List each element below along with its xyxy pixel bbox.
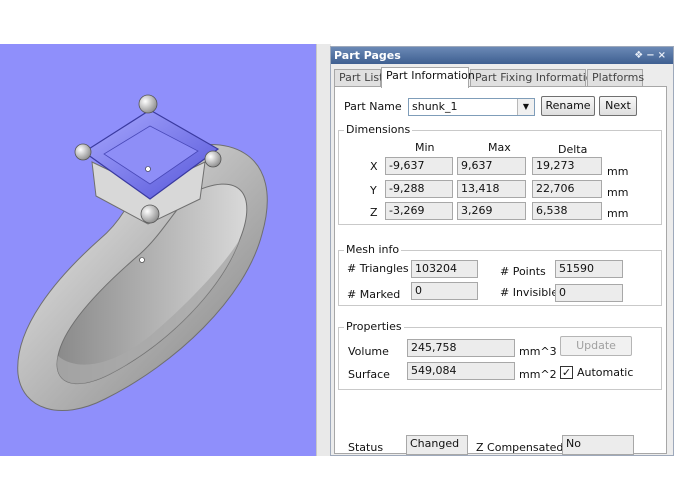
mesh-info-group: Mesh info # Triangles 103204 # Points 51…: [338, 243, 662, 306]
tab-part-fixing-information[interactable]: Part Fixing Information: [470, 69, 600, 86]
tab-part-information[interactable]: Part Information: [381, 67, 475, 88]
prong: [138, 94, 158, 114]
pivot-marker: [139, 257, 145, 263]
automatic-checkbox[interactable]: ✓: [560, 366, 573, 379]
prong: [140, 204, 160, 224]
part-name-label: Part Name: [344, 100, 402, 113]
part-pages-panel: Part Pages ❖−× Part List Part Informatio…: [330, 46, 674, 456]
prong: [204, 150, 222, 168]
header-delta: Delta: [558, 143, 588, 156]
x-delta-field: 19,273: [532, 157, 602, 175]
y-delta-field: 22,706: [532, 180, 602, 198]
part-name-value: shunk_1: [412, 100, 458, 113]
panel-window-buttons[interactable]: ❖−×: [634, 47, 669, 64]
z-compensated-label: Z Compensated: [476, 441, 564, 454]
status-label: Status: [348, 441, 384, 454]
points-label: # Points: [500, 265, 546, 278]
properties-title: Properties: [344, 320, 404, 333]
volume-unit: mm^3: [519, 345, 557, 358]
automatic-label: Automatic: [577, 366, 634, 379]
surface-label: Surface: [348, 368, 390, 381]
y-unit-label: mm: [607, 186, 629, 199]
header-max: Max: [488, 141, 511, 154]
z-compensated-field: No: [562, 435, 634, 455]
part-name-combo[interactable]: shunk_1 ▼: [408, 98, 535, 116]
axis-x-label: X: [370, 160, 378, 173]
tab-part-list[interactable]: Part List: [334, 69, 383, 86]
triangles-label: # Triangles: [347, 262, 409, 275]
3d-viewport[interactable]: [0, 44, 316, 456]
rename-button[interactable]: Rename: [541, 96, 595, 116]
header-min: Min: [415, 141, 435, 154]
x-min-field: -9,637: [385, 157, 453, 175]
update-button[interactable]: Update: [560, 336, 632, 356]
surface-field: 549,084: [407, 362, 515, 380]
triangles-field: 103204: [411, 260, 478, 278]
next-button[interactable]: Next: [599, 96, 637, 116]
axis-z-label: Z: [370, 206, 378, 219]
splitter[interactable]: [316, 44, 331, 456]
marked-field: 0: [411, 282, 478, 300]
invisible-field: 0: [555, 284, 623, 302]
marked-label: # Marked: [347, 288, 401, 301]
status-field: Changed: [406, 435, 468, 455]
x-max-field: 9,637: [457, 157, 526, 175]
mesh-info-title: Mesh info: [344, 243, 402, 256]
x-unit-label: mm: [607, 165, 629, 178]
z-unit-label: mm: [607, 207, 629, 220]
z-delta-field: 6,538: [532, 202, 602, 220]
z-min-field: -3,269: [385, 202, 453, 220]
invisible-label: # Invisible: [500, 286, 559, 299]
z-max-field: 3,269: [457, 202, 526, 220]
prong: [74, 143, 92, 161]
dimensions-title: Dimensions: [344, 123, 413, 136]
ring-model[interactable]: [0, 44, 316, 456]
tab-platforms[interactable]: Platforms: [587, 69, 644, 86]
dimensions-group: Dimensions Min Max Delta X -9,637 9,637 …: [338, 123, 662, 225]
points-field: 51590: [555, 260, 623, 278]
part-information-page: Part Name shunk_1 ▼ Rename Next Dimensio…: [334, 86, 667, 455]
y-max-field: 13,418: [457, 180, 526, 198]
panel-titlebar: Part Pages ❖−×: [331, 47, 673, 64]
volume-field: 245,758: [407, 339, 515, 357]
y-min-field: -9,288: [385, 180, 453, 198]
panel-title: Part Pages: [334, 49, 401, 62]
properties-group: Properties Volume 245,758 mm^3 Update Su…: [338, 320, 662, 390]
volume-label: Volume: [348, 345, 389, 358]
surface-unit: mm^2: [519, 368, 557, 381]
chevron-down-icon[interactable]: ▼: [517, 99, 534, 115]
axis-y-label: Y: [370, 184, 377, 197]
